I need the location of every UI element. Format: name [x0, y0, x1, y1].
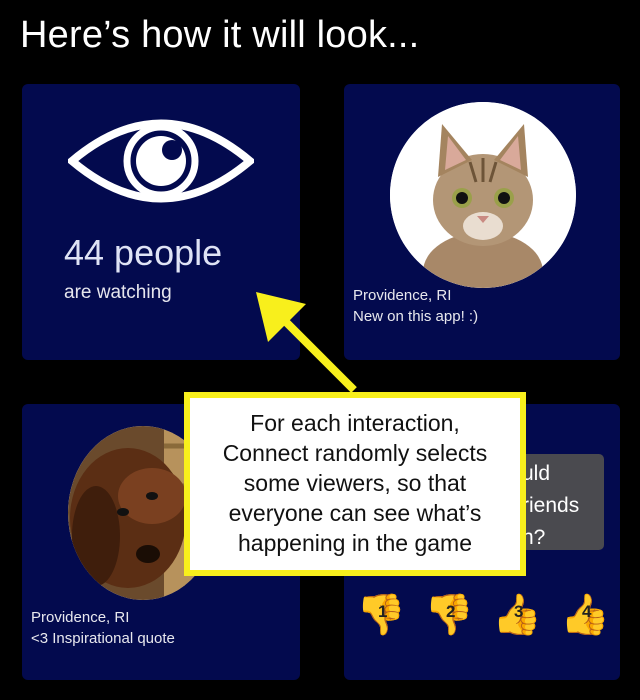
eye-icon [68, 119, 254, 203]
callout-line: For each interaction, [250, 410, 460, 436]
callout-box: For each interaction, Connect randomly s… [184, 392, 526, 576]
rating-button-2[interactable]: 👎 2 [420, 592, 478, 638]
rating-label: 2 [446, 602, 456, 621]
viewer-count-subtitle: are watching [64, 282, 172, 303]
rating-button-1[interactable]: 👎 1 [352, 592, 410, 638]
callout-arrow [256, 292, 357, 393]
question-text-box: uld riends n? [514, 454, 604, 550]
rating-button-4[interactable]: 👍 4 [556, 592, 614, 638]
profile-location: Providence, RI [353, 287, 452, 304]
rating-buttons: 👎 1 👎 2 👍 3 👍 4 [352, 592, 614, 638]
profile-bio: New on this app! :) [353, 308, 479, 325]
question-line: uld [522, 462, 551, 485]
rating-label: 3 [514, 602, 524, 621]
callout-line: everyone can see what’s [228, 500, 482, 526]
viewer-count: 44 people [64, 232, 223, 273]
callout-line: some viewers, so that [243, 470, 467, 496]
callout-line: Connect randomly selects [222, 440, 488, 466]
cat-avatar [390, 102, 576, 288]
question-line: n? [522, 526, 546, 549]
profile-info-dog: Providence, RI <3 Inspirational quote [31, 607, 175, 649]
rating-button-3[interactable]: 👍 3 [488, 592, 546, 638]
callout-line: happening in the game [237, 530, 473, 556]
profile-bio: <3 Inspirational quote [31, 630, 175, 647]
page-heading: Here’s how it will look... [20, 14, 420, 56]
profile-card-cat[interactable]: Providence, RI New on this app! :) [344, 84, 620, 360]
rating-label: 4 [582, 602, 592, 621]
profile-location: Providence, RI [31, 609, 130, 626]
rating-label: 1 [378, 602, 388, 621]
profile-info-cat: Providence, RI New on this app! :) [353, 285, 478, 327]
question-line: riends [522, 494, 580, 517]
